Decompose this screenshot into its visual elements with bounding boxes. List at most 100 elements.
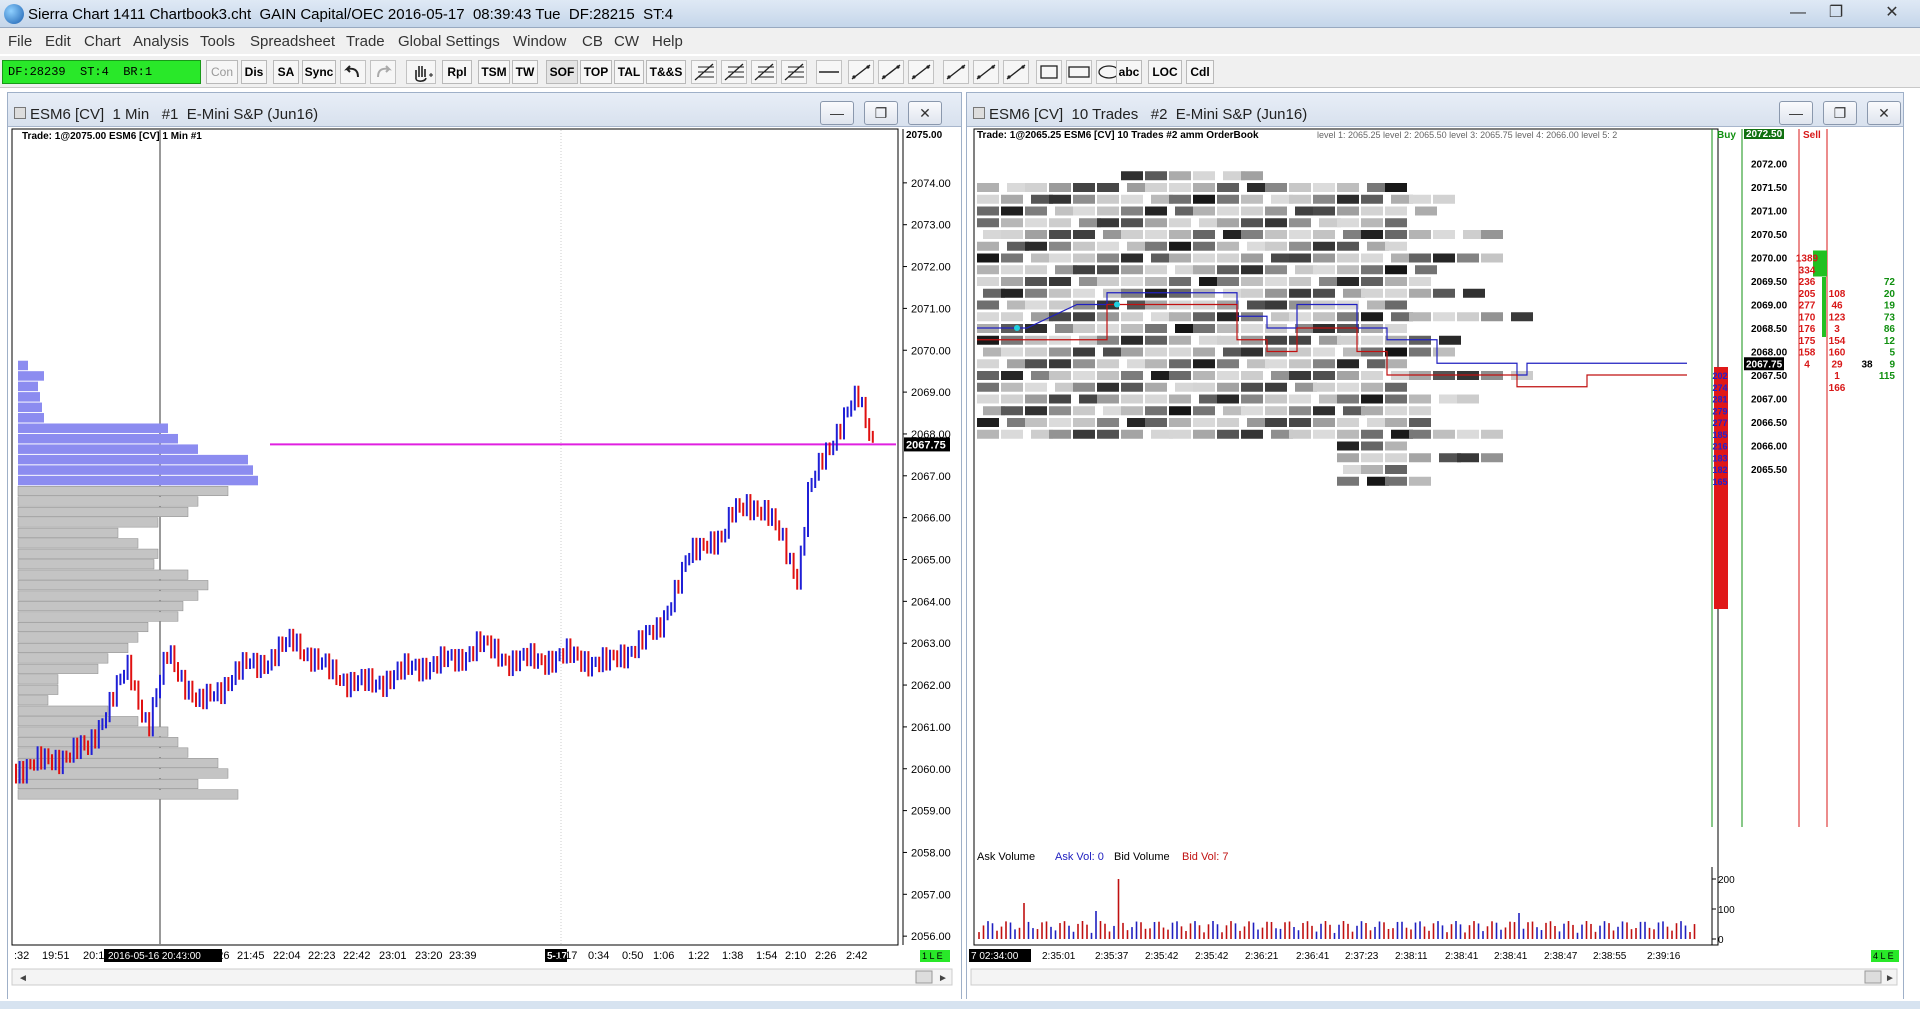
orderbook-depth-bar <box>1121 206 1143 216</box>
horizontal-line-icon[interactable] <box>816 60 842 84</box>
menu-help[interactable]: Help <box>652 33 683 50</box>
volume-profile-bar <box>17 611 179 622</box>
chart-1-restore-button[interactable]: ❐ <box>864 101 898 125</box>
hand-pan-icon[interactable] <box>406 60 436 84</box>
orderbook-depth-bar <box>1337 371 1359 380</box>
orderbook-depth-bar <box>1265 277 1287 286</box>
ray-icon[interactable] <box>848 60 874 84</box>
time-axis-label: 2:38:55 <box>1593 951 1627 962</box>
menu-chart[interactable]: Chart <box>84 33 121 50</box>
undo-arrow-icon[interactable] <box>340 60 366 84</box>
price-axis-label: 2065.00 <box>911 555 951 567</box>
chart-2-close-button[interactable]: ✕ <box>1867 101 1901 125</box>
menu-window[interactable]: Window <box>513 33 566 50</box>
sierra-chart-logo-icon <box>4 4 24 24</box>
chart-1-close-button[interactable]: ✕ <box>908 101 942 125</box>
orderbook-depth-bar <box>1097 206 1119 216</box>
orderbook-depth-bar <box>1361 406 1383 416</box>
orderbook-price-label: 2068.50 <box>1751 324 1788 335</box>
sync-button[interactable]: Sync <box>302 60 336 84</box>
menu-edit[interactable]: Edit <box>45 33 71 50</box>
volume-profile-bar <box>18 475 258 486</box>
orderbook-chart-10-trades[interactable]: Trade: 1@2065.25 ESM6 [CV] 10 Trades #2 … <box>967 127 1903 999</box>
close-button[interactable]: ✕ <box>1868 2 1916 24</box>
cdl-button[interactable]: Cdl <box>1186 60 1214 84</box>
sa-button[interactable]: SA <box>273 60 299 84</box>
horizontal-band-icon[interactable] <box>1066 60 1092 84</box>
connect-button[interactable]: Con <box>206 60 238 84</box>
orderbook-depth-bar <box>1433 288 1455 298</box>
replay-button[interactable]: Rpl <box>442 60 472 84</box>
loc-button[interactable]: LOC <box>1148 60 1182 84</box>
orderbook-depth-bar <box>1193 406 1215 416</box>
parallel-channel-icon[interactable] <box>943 60 969 84</box>
tal-button[interactable]: TAL <box>614 60 644 84</box>
orderbook-depth-bar <box>1073 230 1095 239</box>
orderbook-depth-bar <box>1145 230 1167 239</box>
menu-analysis[interactable]: Analysis <box>133 33 189 50</box>
chart-2-restore-button[interactable]: ❐ <box>1823 101 1857 125</box>
tw-button[interactable]: TW <box>512 60 538 84</box>
disconnect-button[interactable]: Dis <box>241 60 267 84</box>
orderbook-depth-bar <box>1169 429 1191 439</box>
orderbook-depth-bar <box>1097 312 1119 322</box>
orderbook-depth-bar <box>1097 382 1119 392</box>
menu-trade[interactable]: Trade <box>346 33 385 50</box>
text-tool-button[interactable]: abc <box>1116 60 1142 84</box>
orderbook-depth-bar <box>1385 288 1407 298</box>
fib-retracement-icon[interactable] <box>691 60 717 84</box>
menu-cw[interactable]: CW <box>614 33 639 50</box>
time-axis-label: 2:35:42 <box>1195 951 1229 962</box>
orderbook-depth-bar <box>1265 218 1287 228</box>
status-bar <box>0 1001 1920 1009</box>
orderbook-depth-bar <box>1025 265 1047 275</box>
arrow-line-icon[interactable] <box>1003 60 1029 84</box>
fib-fan-icon[interactable] <box>781 60 807 84</box>
sof-button[interactable]: SOF <box>546 60 578 84</box>
orderbook-depth-bar <box>1073 312 1095 322</box>
bid-depth-value: 185 <box>1712 430 1727 440</box>
fib-time-icon[interactable] <box>751 60 777 84</box>
orderbook-depth-bar <box>1073 253 1095 263</box>
minimize-button[interactable]: — <box>1780 2 1816 24</box>
menu-cb[interactable]: CB <box>582 33 603 50</box>
orderbook-depth-bar <box>1193 418 1215 427</box>
orderbook-depth-bar <box>1289 194 1311 204</box>
rectangle-tool-icon[interactable] <box>1036 60 1062 84</box>
price-axis-label: 2071.00 <box>911 303 951 315</box>
fib-extension-icon[interactable] <box>721 60 747 84</box>
trend-line-icon[interactable] <box>878 60 904 84</box>
time-and-sales-button[interactable]: T&&S <box>646 60 686 84</box>
price-chart-1min[interactable]: Trade: 1@2075.00 ESM6 [CV] 1 Min #1 2075.… <box>8 127 961 999</box>
orderbook-depth-bar <box>977 394 999 404</box>
ask-size-value: 5 <box>1889 348 1895 359</box>
price-axis-label: 2072.00 <box>911 262 951 274</box>
menu-spreadsheet[interactable]: Spreadsheet <box>250 33 335 50</box>
bid-size-value: 123 <box>1829 312 1846 323</box>
orderbook-depth-bar <box>1241 265 1263 275</box>
orderbook-depth-bar <box>1361 465 1383 474</box>
menu-global-settings[interactable]: Global Settings <box>398 33 500 50</box>
top-button[interactable]: TOP <box>580 60 612 84</box>
menu-file[interactable]: File <box>8 33 32 50</box>
orderbook-depth-bar <box>1193 230 1215 239</box>
price-axis-label: 2060.00 <box>911 764 951 776</box>
orderbook-depth-bar <box>1001 347 1023 357</box>
orderbook-depth-bar <box>1169 347 1191 357</box>
tsm-button[interactable]: TSM <box>478 60 510 84</box>
extended-line-icon[interactable] <box>908 60 934 84</box>
orderbook-depth-bar <box>1097 429 1119 439</box>
orderbook-depth-bar <box>1001 277 1023 286</box>
chart-1-minimize-button[interactable]: — <box>820 101 854 125</box>
time-cursor-label: 7 02:34:00 <box>971 951 1019 962</box>
redo-arrow-icon[interactable] <box>370 60 396 84</box>
regression-icon[interactable] <box>973 60 999 84</box>
orderbook-depth-bar <box>1025 324 1047 333</box>
menu-tools[interactable]: Tools <box>200 33 235 50</box>
maximize-button[interactable]: ❐ <box>1818 2 1854 24</box>
time-axis-label: 21:45 <box>237 950 265 962</box>
orderbook-depth-bar <box>1361 453 1383 463</box>
orderbook-depth-bar <box>1265 394 1287 404</box>
volume-profile-bar <box>18 465 253 475</box>
chart-2-minimize-button[interactable]: — <box>1779 101 1813 125</box>
